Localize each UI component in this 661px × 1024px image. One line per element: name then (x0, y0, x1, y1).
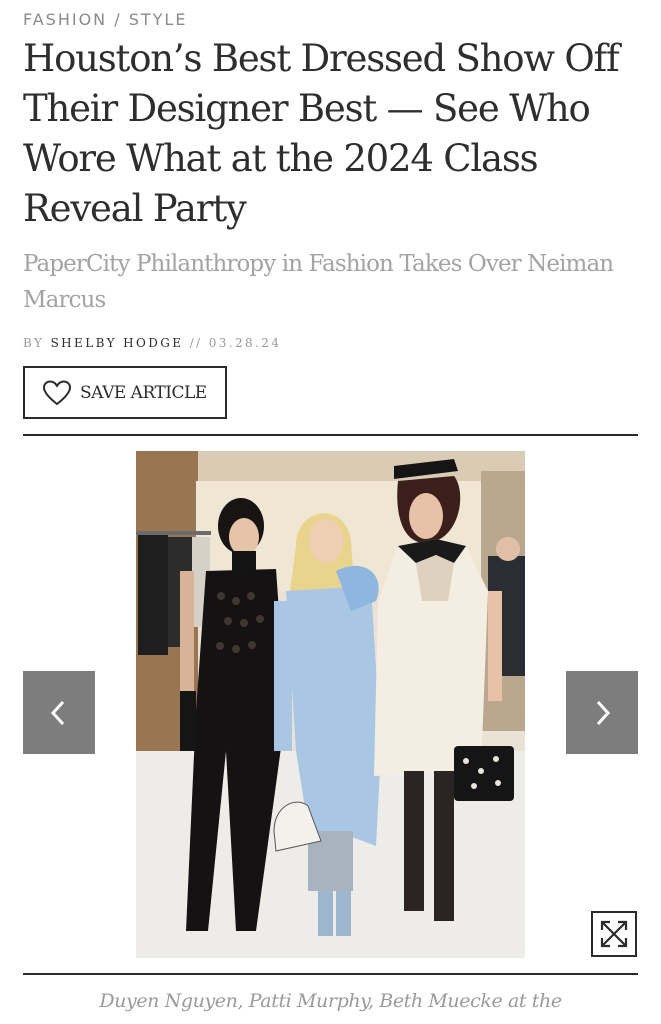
divider-top (23, 434, 638, 436)
gallery-photo[interactable] (136, 451, 525, 958)
save-article-button[interactable]: SAVE ARTICLE (23, 366, 227, 419)
category-label[interactable]: FASHION / STYLE (23, 10, 187, 29)
fullscreen-button[interactable] (591, 911, 637, 957)
gallery-next-button[interactable] (566, 671, 638, 754)
byline-by: BY (23, 336, 45, 350)
photo-illustration (136, 451, 525, 958)
byline-separator: // (189, 336, 203, 350)
chevron-left-icon (50, 700, 65, 725)
save-article-label: SAVE ARTICLE (80, 382, 207, 403)
article-headline: Houston’s Best Dressed Show Off Their De… (23, 37, 620, 230)
publish-date: 03.28.24 (208, 336, 282, 350)
chevron-right-icon (596, 700, 611, 725)
expand-icon (600, 920, 628, 948)
byline: BY SHELBY HODGE // 03.28.24 (23, 336, 281, 350)
gallery-prev-button[interactable] (23, 671, 95, 754)
heart-icon (42, 379, 72, 405)
divider-bottom (23, 973, 638, 975)
article-subhead: PaperCity Philanthropy in Fashion Takes … (23, 251, 614, 313)
photo-caption: Duyen Nguyen, Patti Murphy, Beth Muecke … (99, 990, 562, 1012)
author-link[interactable]: SHELBY HODGE (51, 336, 184, 350)
